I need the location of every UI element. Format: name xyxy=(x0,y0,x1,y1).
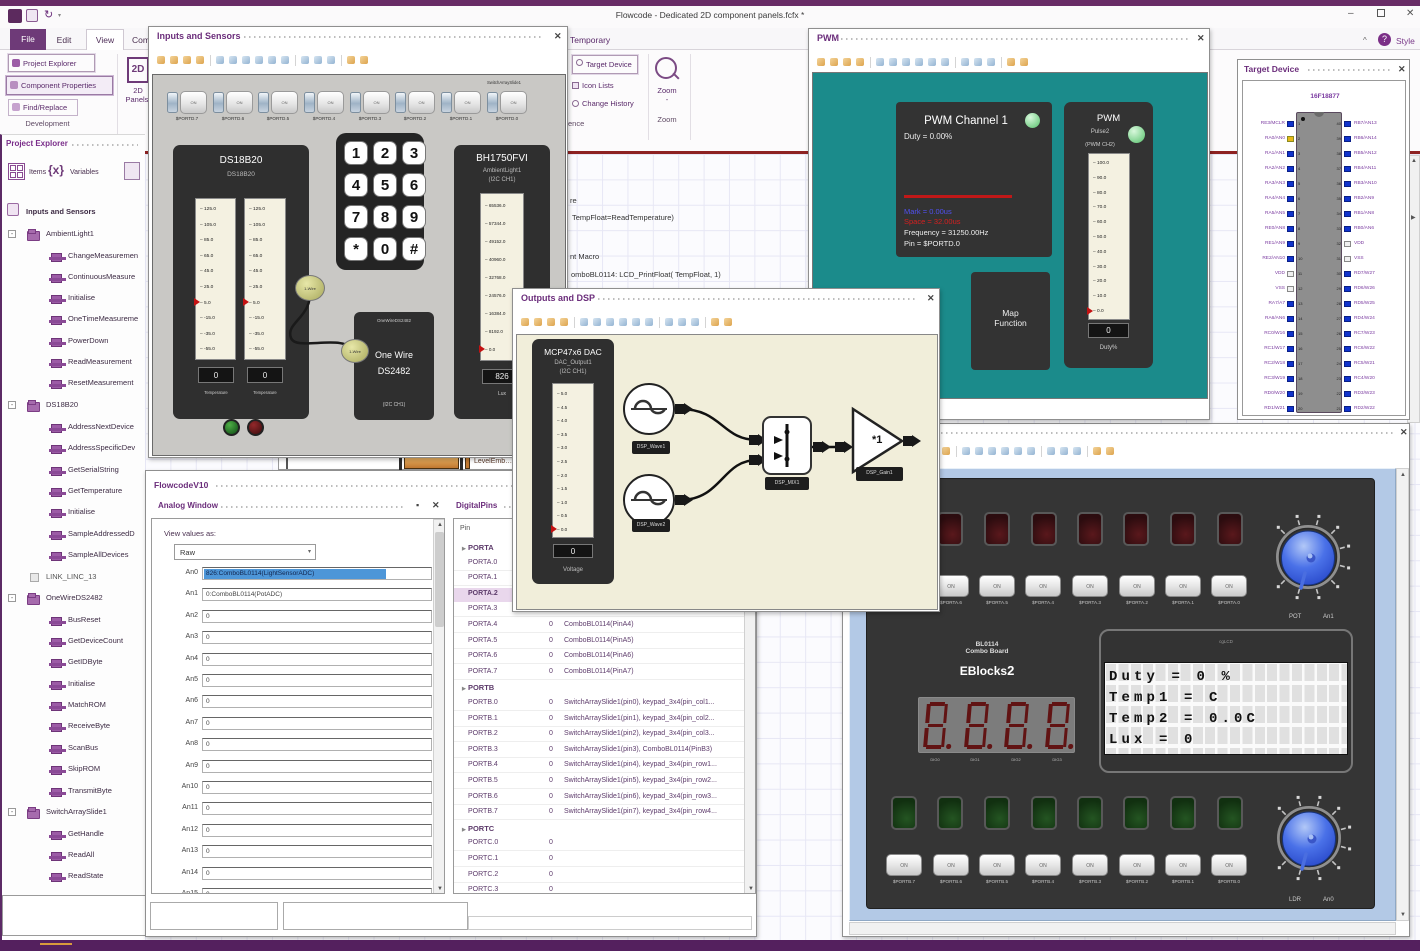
svg-text:*1: *1 xyxy=(872,434,882,446)
